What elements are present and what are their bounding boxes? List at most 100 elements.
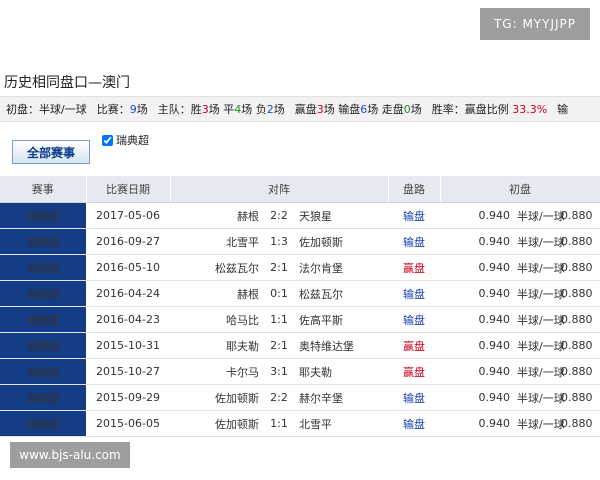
table-row[interactable]: 瑞典超 2015-09-29 佐加顿斯 2:2 赫尔辛堡 输盘 0.940 半球/一球 0.88…	[0, 384, 600, 411]
handicap-cell: 半球/一球	[516, 306, 565, 333]
draw-count: 4	[234, 102, 242, 116]
matches-label: 比赛：	[96, 103, 130, 116]
odds-away-cell: 0.880	[560, 254, 600, 281]
league-cell[interactable]: 瑞典超	[0, 332, 86, 359]
date-cell: 2016-04-23	[86, 306, 170, 333]
handicap-cell: 半球/一球	[516, 280, 565, 307]
odds-away-cell: 0.880	[560, 306, 600, 333]
date-cell: 2016-05-10	[86, 254, 170, 281]
table-row[interactable]: 瑞典超 2017-05-06 赫根 2:2 天狼星 输盘 0.940 半球/一球 0.880	[0, 202, 600, 229]
odds-away-cell: 0.880	[560, 384, 600, 411]
away-team-cell[interactable]: 北雪平	[295, 410, 389, 437]
league-filter[interactable]: 瑞典超	[102, 132, 149, 148]
date-cell: 2016-04-24	[86, 280, 170, 307]
home-team-cell[interactable]: 北雪平	[170, 228, 263, 255]
draw-unit: 场	[241, 103, 253, 116]
home-team-cell[interactable]: 松兹瓦尔	[170, 254, 263, 281]
home-team-cell[interactable]: 耶夫勒	[170, 332, 263, 359]
away-team-cell[interactable]: 天狼星	[295, 202, 389, 229]
date-cell: 2015-10-31	[86, 332, 170, 359]
initial-value: 半球/一球	[39, 103, 87, 116]
home-team-cell[interactable]: 赫根	[170, 280, 263, 307]
odds-home-cell: 0.940	[440, 410, 517, 437]
table-row[interactable]: 瑞典超 2015-10-31 耶夫勒 2:1 奥特维达堡 赢盘 0.940 半球/一球 0.88…	[0, 332, 600, 359]
odds-home-cell: 0.940	[440, 332, 517, 359]
col-date: 比赛日期	[86, 176, 171, 203]
score-cell: 1:1	[263, 410, 295, 437]
ratio-value: 33.3%	[512, 102, 548, 116]
win-pan-unit: 场	[323, 103, 335, 116]
odds-away-cell: 0.880	[560, 202, 600, 229]
away-team-cell[interactable]: 耶夫勒	[295, 358, 389, 385]
table-row[interactable]: 瑞典超 2016-09-27 北雪平 1:3 佐加顿斯 输盘 0.940 半球/一球 0.880	[0, 228, 600, 255]
home-team-cell[interactable]: 佐加顿斯	[170, 384, 263, 411]
win-count: 3	[201, 102, 209, 116]
result-cell: 输盘	[388, 280, 441, 307]
league-cell[interactable]: 瑞典超	[0, 254, 86, 281]
home-team-cell[interactable]: 佐加顿斯	[170, 410, 263, 437]
league-cell[interactable]: 瑞典超	[0, 280, 86, 307]
lose-pan-label: 输盘	[338, 103, 361, 116]
date-cell: 2017-05-06	[86, 202, 170, 229]
league-cell[interactable]: 瑞典超	[0, 202, 86, 229]
loss-unit: 场	[273, 103, 285, 116]
push-unit: 场	[410, 103, 422, 116]
away-team-cell[interactable]: 奥特维达堡	[295, 332, 389, 359]
result-cell: 输盘	[388, 202, 441, 229]
score-cell: 1:1	[263, 306, 295, 333]
matches-count: 9	[129, 102, 137, 116]
league-cell[interactable]: 瑞典超	[0, 410, 86, 437]
odds-away-cell: 0.880	[560, 358, 600, 385]
odds-home-cell: 0.940	[440, 384, 517, 411]
league-cell[interactable]: 瑞典超	[0, 306, 86, 333]
odds-home-cell: 0.940	[440, 254, 517, 281]
league-cell[interactable]: 瑞典超	[0, 358, 86, 385]
score-cell: 3:1	[263, 358, 295, 385]
score-cell: 2:2	[263, 384, 295, 411]
away-team-cell[interactable]: 赫尔辛堡	[295, 384, 389, 411]
page-title: 历史相同盘口—澳门	[4, 75, 130, 91]
date-cell: 2015-10-27	[86, 358, 170, 385]
result-cell: 输盘	[388, 384, 441, 411]
odds-away-cell: 0.880	[560, 228, 600, 255]
odds-home-cell: 0.940	[440, 280, 517, 307]
league-filter-checkbox[interactable]	[102, 134, 113, 146]
handicap-cell: 半球/一球	[516, 202, 565, 229]
away-team-cell[interactable]: 松兹瓦尔	[295, 280, 389, 307]
matches-unit: 场	[136, 103, 148, 116]
home-team-cell[interactable]: 哈马比	[170, 306, 263, 333]
rate-label: 胜率：	[431, 103, 465, 116]
col-matchup: 对阵	[170, 176, 389, 203]
table-row[interactable]: 瑞典超 2016-04-24 赫根 0:1 松兹瓦尔 输盘 0.940 半球/一球 0.880	[0, 280, 600, 307]
home-team-cell[interactable]: 赫根	[170, 202, 263, 229]
odds-table: 赛事 比赛日期 对阵 盘路 初盘 瑞典超 2017-05-06 赫根 2:2 天狼星 输盘…	[0, 176, 600, 437]
score-cell: 0:1	[263, 280, 295, 307]
loss-label: 负	[255, 103, 267, 116]
table-row[interactable]: 瑞典超 2015-06-05 佐加顿斯 1:1 北雪平 输盘 0.940 半球/一球 0.880	[0, 410, 600, 437]
table-row[interactable]: 瑞典超 2015-10-27 卡尔马 3:1 耶夫勒 赢盘 0.940 半球/一球 0.880	[0, 358, 600, 385]
away-team-cell[interactable]: 佐加顿斯	[295, 228, 389, 255]
away-team-cell[interactable]: 佐高平斯	[295, 306, 389, 333]
table-row[interactable]: 瑞典超 2016-04-23 哈马比 1:1 佐高平斯 输盘 0.940 半球/一球 0.880	[0, 306, 600, 333]
initial-label: 初盘：	[6, 103, 39, 116]
result-cell: 输盘	[388, 228, 441, 255]
home-team-cell[interactable]: 卡尔马	[170, 358, 263, 385]
result-cell: 赢盘	[388, 358, 441, 385]
odds-home-cell: 0.940	[440, 228, 517, 255]
handicap-cell: 半球/一球	[516, 228, 565, 255]
all-matches-button[interactable]: 全部赛事	[12, 140, 90, 164]
result-cell: 赢盘	[388, 254, 441, 281]
score-cell: 2:1	[263, 332, 295, 359]
odds-away-cell: 0.880	[560, 410, 600, 437]
away-team-cell[interactable]: 法尔肯堡	[295, 254, 389, 281]
col-league: 赛事	[0, 176, 87, 203]
watermark-top: TG: MYYJJPP	[480, 8, 590, 40]
home-label: 主队：	[157, 103, 191, 116]
summary-trailing: 输	[557, 103, 569, 116]
result-cell: 输盘	[388, 410, 441, 437]
result-cell: 赢盘	[388, 332, 441, 359]
league-cell[interactable]: 瑞典超	[0, 228, 86, 255]
table-row[interactable]: 瑞典超 2016-05-10 松兹瓦尔 2:1 法尔肯堡 赢盘 0.940 半球/一球 0.88…	[0, 254, 600, 281]
league-cell[interactable]: 瑞典超	[0, 384, 86, 411]
odds-home-cell: 0.940	[440, 358, 517, 385]
